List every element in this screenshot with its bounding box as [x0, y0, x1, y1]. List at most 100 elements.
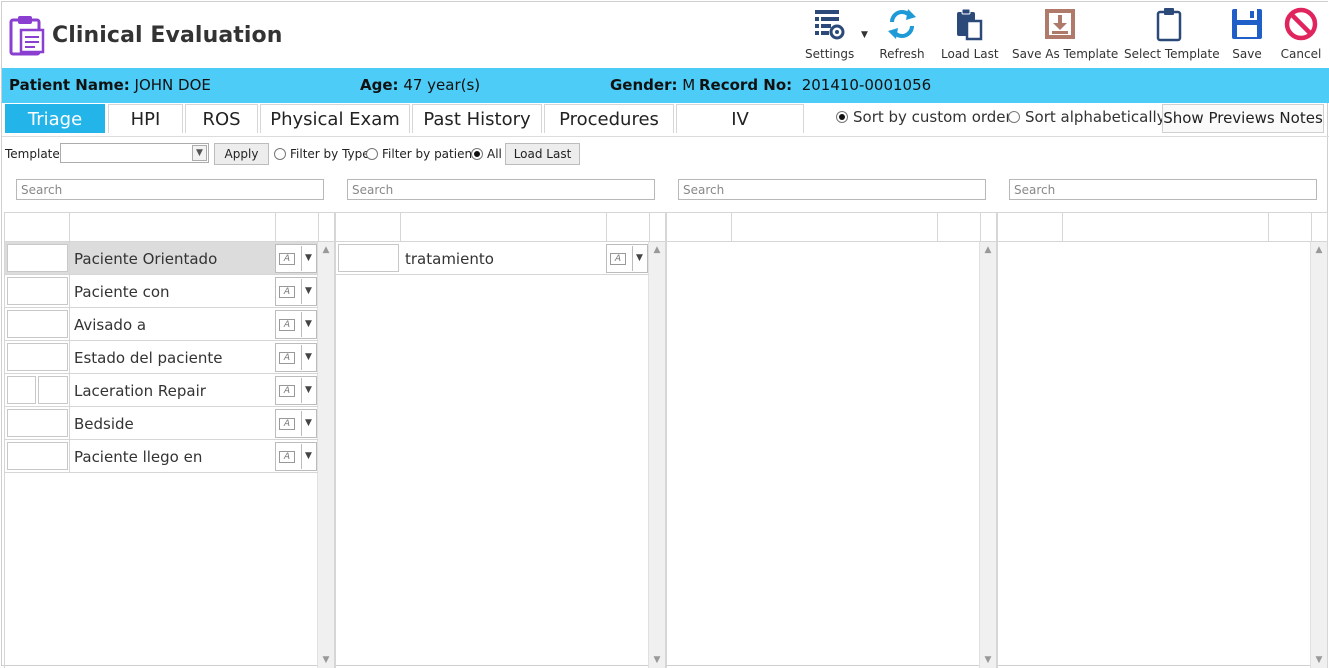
- settings-button[interactable]: Settings: [805, 6, 854, 66]
- item-checkbox[interactable]: [338, 244, 399, 272]
- prohibited-icon: [1284, 7, 1318, 41]
- vertical-scrollbar[interactable]: ▲ ▼: [1310, 242, 1327, 668]
- refresh-button[interactable]: Refresh: [879, 6, 925, 66]
- load-last-button[interactable]: Load Last: [505, 143, 580, 165]
- chevron-down-icon[interactable]: ▼: [192, 145, 207, 161]
- chevron-down-icon[interactable]: ▼: [301, 246, 315, 271]
- list-item[interactable]: Paciente con A ▼: [5, 275, 318, 308]
- settings-dropdown-caret-icon[interactable]: ▼: [861, 30, 868, 40]
- item-text-dropdown[interactable]: A ▼: [275, 343, 317, 372]
- save-as-template-button[interactable]: Save As Template: [1012, 6, 1118, 66]
- column-separator: [69, 308, 70, 341]
- search-input-2[interactable]: [347, 179, 655, 200]
- list-item[interactable]: tratamiento A ▼: [336, 242, 649, 275]
- list-item[interactable]: Paciente llego en A ▼: [5, 440, 318, 473]
- list-item[interactable]: Estado del paciente A ▼: [5, 341, 318, 374]
- sort-alpha-radio[interactable]: [1008, 111, 1020, 123]
- scroll-down-icon[interactable]: ▼: [649, 655, 665, 665]
- column-header: [276, 213, 319, 242]
- filter-all-option[interactable]: All: [471, 147, 502, 161]
- filter-by-type-radio[interactable]: [274, 148, 286, 160]
- search-input-3[interactable]: [678, 179, 986, 200]
- tab-triage[interactable]: Triage: [5, 104, 105, 133]
- filter-all-radio[interactable]: [471, 148, 483, 160]
- item-checkbox[interactable]: [7, 376, 36, 404]
- column-header: [1269, 213, 1312, 242]
- tab-ros[interactable]: ROS: [185, 104, 258, 133]
- item-text-dropdown[interactable]: A ▼: [606, 244, 648, 273]
- item-text-dropdown[interactable]: A ▼: [275, 244, 317, 273]
- tab-hpi[interactable]: HPI: [108, 104, 183, 133]
- filter-by-patient-option[interactable]: Filter by patient: [366, 147, 477, 161]
- apply-button[interactable]: Apply: [214, 143, 269, 165]
- item-checkbox[interactable]: [7, 244, 68, 272]
- scroll-up-icon[interactable]: ▲: [649, 245, 665, 255]
- sort-custom-option[interactable]: Sort by custom order: [836, 108, 1012, 126]
- list-item[interactable]: Bedside A ▼: [5, 407, 318, 440]
- item-text-dropdown[interactable]: A ▼: [275, 277, 317, 306]
- filter-by-patient-radio[interactable]: [366, 148, 378, 160]
- item-checkbox[interactable]: [7, 310, 68, 338]
- chevron-down-icon[interactable]: ▼: [301, 444, 315, 469]
- vertical-scrollbar[interactable]: ▲ ▼: [648, 242, 665, 668]
- tab-iv[interactable]: IV: [676, 104, 804, 133]
- scroll-down-icon[interactable]: ▼: [318, 655, 334, 665]
- filter-by-type-option[interactable]: Filter by Type: [274, 147, 370, 161]
- item-text-dropdown[interactable]: A ▼: [275, 376, 317, 405]
- item-text-dropdown[interactable]: A ▼: [275, 442, 317, 471]
- item-checkbox[interactable]: [7, 409, 68, 437]
- chevron-down-icon[interactable]: ▼: [301, 312, 315, 337]
- tab-past-history[interactable]: Past History: [412, 104, 542, 133]
- scroll-up-icon[interactable]: ▲: [980, 245, 996, 255]
- column-header: [998, 213, 1063, 242]
- show-previews-notes-button[interactable]: Show Previews Notes: [1162, 104, 1324, 133]
- sort-custom-radio[interactable]: [836, 111, 848, 123]
- load-last-label: Load Last: [941, 47, 999, 61]
- list-item[interactable]: Avisado a A ▼: [5, 308, 318, 341]
- patient-name-label: Patient Name:: [9, 76, 130, 94]
- sort-alpha-option[interactable]: Sort alphabetically: [1008, 108, 1166, 126]
- item-checkbox-secondary[interactable]: [38, 376, 68, 404]
- templates-select[interactable]: ▼: [60, 143, 209, 163]
- list-item[interactable]: Paciente Orientado A ▼: [5, 242, 318, 275]
- patient-record-label: Record No:: [699, 76, 793, 94]
- floppy-disk-icon: [1232, 9, 1262, 39]
- item-label: Avisado a: [74, 316, 147, 334]
- item-checkbox[interactable]: [7, 277, 68, 305]
- vertical-scrollbar[interactable]: ▲ ▼: [979, 242, 996, 668]
- load-last-toolbar-button[interactable]: Load Last: [941, 6, 999, 66]
- search-input-4[interactable]: [1009, 179, 1317, 200]
- save-button[interactable]: Save: [1228, 6, 1266, 66]
- scroll-up-icon[interactable]: ▲: [318, 245, 334, 255]
- chevron-down-icon[interactable]: ▼: [301, 378, 315, 403]
- cancel-button[interactable]: Cancel: [1280, 6, 1322, 66]
- tab-procedures[interactable]: Procedures: [544, 104, 674, 133]
- column-header: [667, 213, 732, 242]
- scroll-up-icon[interactable]: ▲: [1311, 245, 1327, 255]
- clipboard-app-icon: [9, 16, 45, 56]
- item-text-dropdown[interactable]: A ▼: [275, 409, 317, 438]
- list-item[interactable]: Laceration Repair A ▼: [5, 374, 318, 407]
- item-checkbox[interactable]: [7, 343, 68, 371]
- chevron-down-icon[interactable]: ▼: [301, 345, 315, 370]
- divider: [2, 136, 1329, 137]
- items-panel-1: ▲ ▼ Paciente Orientado A ▼ Paciente con A…: [4, 212, 335, 668]
- tab-physical-exam[interactable]: Physical Exam: [260, 104, 410, 133]
- column-separator: [69, 275, 70, 308]
- item-text-dropdown[interactable]: A ▼: [275, 310, 317, 339]
- scroll-down-icon[interactable]: ▼: [1311, 655, 1327, 665]
- item-label: Estado del paciente: [74, 349, 223, 367]
- chevron-down-icon[interactable]: ▼: [632, 246, 646, 271]
- vertical-scrollbar[interactable]: ▲ ▼: [317, 242, 334, 668]
- scroll-down-icon[interactable]: ▼: [980, 655, 996, 665]
- select-template-button[interactable]: Select Template: [1124, 6, 1220, 66]
- patient-info-bar: Patient Name: JOHN DOE Age: 47 year(s) G…: [2, 68, 1329, 103]
- chevron-down-icon[interactable]: ▼: [301, 279, 315, 304]
- item-label: Laceration Repair: [74, 382, 206, 400]
- patient-record: Record No: 201410-0001056: [699, 76, 931, 94]
- search-input-1[interactable]: [16, 179, 324, 200]
- panel-header: [667, 213, 996, 242]
- panel-header: [5, 213, 334, 242]
- chevron-down-icon[interactable]: ▼: [301, 411, 315, 436]
- item-checkbox[interactable]: [7, 442, 68, 470]
